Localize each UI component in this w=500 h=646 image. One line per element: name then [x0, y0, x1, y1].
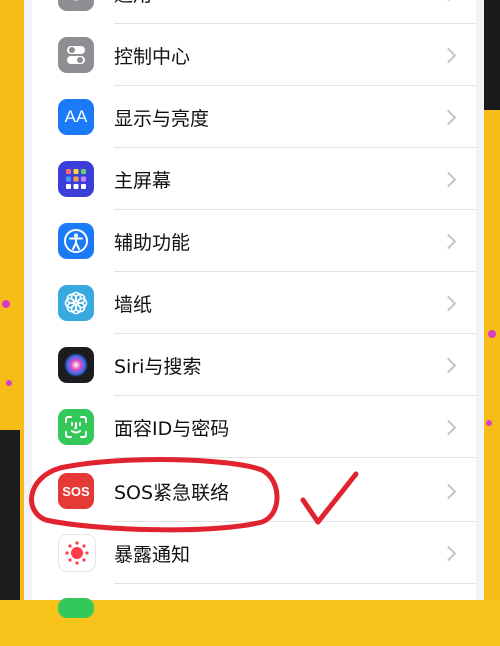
settings-item-emergency-sos[interactable]: SOS SOS紧急联络: [32, 460, 476, 522]
chevron-right-icon: [440, 483, 457, 499]
settings-item-partial: [32, 584, 476, 646]
sos-icon: SOS: [58, 473, 94, 509]
settings-screen: 通用 控制中心 AA 显示与亮度: [24, 0, 484, 618]
flower-icon: [58, 285, 94, 321]
decor-dot: [6, 380, 12, 386]
settings-item-label: 通用: [114, 0, 152, 7]
settings-item-exposure-notifications[interactable]: 暴露通知: [32, 522, 476, 584]
toggle-icon: [58, 37, 94, 73]
siri-icon: [58, 347, 94, 383]
chevron-right-icon: [440, 109, 457, 125]
background-left-dark: [0, 430, 20, 600]
chevron-right-icon: [440, 419, 457, 435]
accessibility-icon: [58, 223, 94, 259]
chevron-right-icon: [440, 545, 457, 561]
text-size-icon: AA: [58, 99, 94, 135]
settings-item-label: 辅助功能: [114, 231, 191, 254]
decor-dot: [488, 330, 496, 338]
home-grid-icon: [58, 161, 94, 197]
face-id-icon: [58, 409, 94, 445]
divider: [114, 457, 476, 458]
settings-item-label: SOS紧急联络: [114, 481, 230, 504]
settings-item-label: 显示与亮度: [114, 107, 210, 130]
settings-item-display[interactable]: AA 显示与亮度: [32, 86, 476, 148]
settings-item-label: 面容ID与密码: [114, 417, 230, 440]
settings-item-label: Siri与搜索: [114, 355, 202, 378]
decor-dot: [486, 420, 492, 426]
settings-item-home-screen[interactable]: 主屏幕: [32, 148, 476, 210]
settings-item-label: 墙纸: [114, 293, 153, 316]
chevron-right-icon: [440, 0, 457, 1]
settings-item-label: 控制中心: [114, 45, 191, 68]
chevron-right-icon: [440, 295, 457, 311]
battery-icon: [58, 598, 94, 618]
settings-item-wallpaper[interactable]: 墙纸: [32, 272, 476, 334]
chevron-right-icon: [440, 47, 457, 63]
settings-item-label: 主屏幕: [114, 169, 172, 192]
chevron-right-icon: [440, 233, 457, 249]
settings-list: 通用 控制中心 AA 显示与亮度: [32, 0, 476, 618]
settings-item-general[interactable]: 通用: [32, 0, 476, 24]
settings-item-control-center[interactable]: 控制中心: [32, 24, 476, 86]
settings-item-label: 暴露通知: [114, 543, 191, 566]
settings-item-face-id[interactable]: 面容ID与密码: [32, 396, 476, 458]
chevron-right-icon: [440, 171, 457, 187]
chevron-right-icon: [440, 357, 457, 373]
decor-dot: [2, 300, 10, 308]
gear-icon: [58, 0, 94, 11]
settings-item-siri[interactable]: Siri与搜索: [32, 334, 476, 396]
settings-item-accessibility[interactable]: 辅助功能: [32, 210, 476, 272]
exposure-icon: [58, 534, 96, 572]
